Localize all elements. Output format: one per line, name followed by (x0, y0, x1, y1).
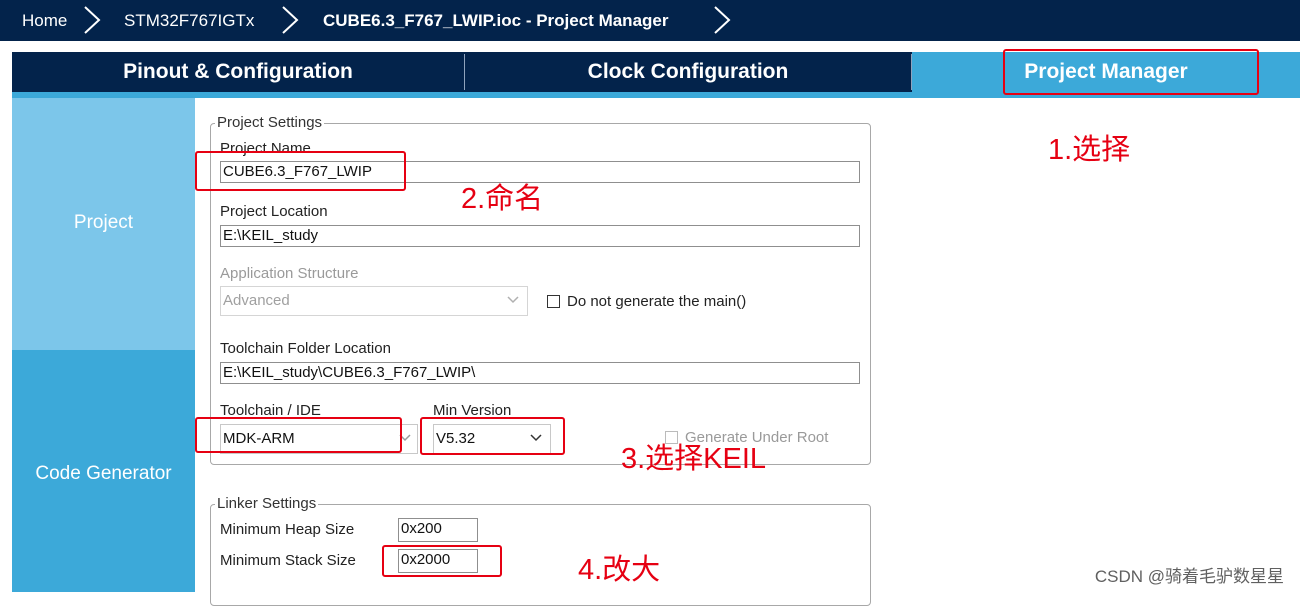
sidebar-item-label: Project (73, 212, 134, 233)
application-structure-value: Advanced (223, 292, 290, 309)
tab-clock-configuration[interactable]: Clock Configuration (465, 52, 911, 92)
breadcrumb-chip[interactable]: STM32F767IGTx (124, 0, 254, 41)
annotation-step4: 4.改大 (578, 554, 661, 586)
application-structure-label: Application Structure (220, 265, 359, 282)
highlight-min-stack-size (382, 545, 502, 577)
project-location-input[interactable]: E:\KEIL_study (220, 225, 860, 247)
project-location-label: Project Location (220, 203, 328, 220)
sidebar-item-project[interactable]: Project (12, 98, 195, 350)
chevron-down-icon (507, 296, 519, 304)
sidebar-item-code-generator[interactable]: Code Generator (12, 350, 195, 592)
tab-pinout-configuration[interactable]: Pinout & Configuration (12, 52, 464, 92)
toolchain-folder-label: Toolchain Folder Location (220, 340, 391, 357)
sidebar-item-label: Code Generator (35, 463, 172, 484)
annotation-step3: 3.选择KEIL (621, 443, 767, 475)
do-not-generate-main-checkbox[interactable] (547, 295, 560, 308)
application-structure-select[interactable]: Advanced (220, 286, 528, 316)
project-settings-legend: Project Settings (215, 114, 325, 132)
annotation-step1: 1.选择 (1048, 134, 1131, 166)
chevron-right-icon (282, 6, 299, 34)
linker-settings-legend: Linker Settings (215, 495, 319, 513)
min-heap-size-label: Minimum Heap Size (220, 521, 355, 538)
breadcrumb-current: CUBE6.3_F767_LWIP.ioc - Project Manager (323, 11, 669, 30)
highlight-toolchain-ide (195, 417, 402, 453)
breadcrumb-home[interactable]: Home (22, 0, 67, 41)
highlight-min-version (420, 417, 565, 455)
min-stack-size-label: Minimum Stack Size (220, 552, 356, 569)
min-heap-size-input[interactable]: 0x200 (398, 518, 478, 542)
do-not-generate-main-label: Do not generate the main() (567, 293, 747, 310)
highlight-project-name (195, 151, 406, 191)
annotation-step2: 2.命名 (461, 183, 544, 215)
toolchain-folder-input[interactable]: E:\KEIL_study\CUBE6.3_F767_LWIP\ (220, 362, 860, 384)
chevron-right-icon (84, 6, 101, 34)
chevron-right-icon (714, 6, 731, 34)
watermark: CSDN @骑着毛驴数星星 (1094, 567, 1284, 586)
highlight-project-manager-tab (1003, 49, 1259, 95)
